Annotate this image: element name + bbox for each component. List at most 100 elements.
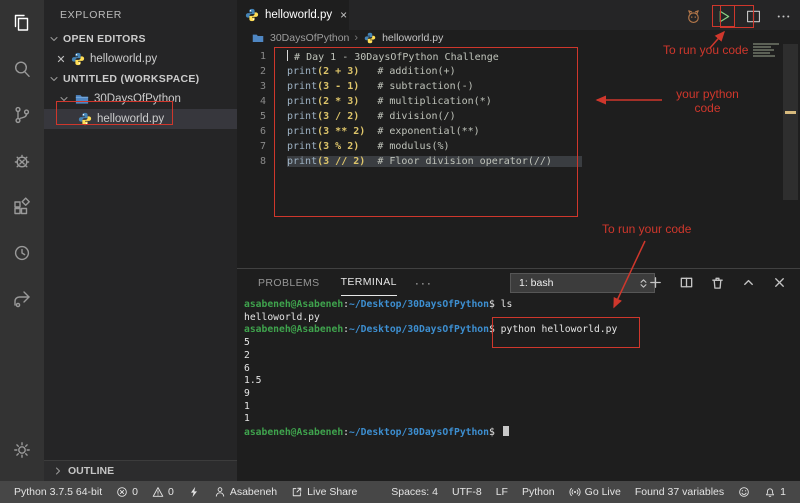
status-bar-left: Python 3.7.5 64-bit 0 0 Asabeneh Live Share — [0, 486, 357, 498]
editor-group: helloworld.py × 30DaysOfPython › hellowo… — [237, 0, 800, 268]
minimap-slider[interactable] — [783, 44, 798, 200]
folder-icon — [75, 92, 89, 106]
code-line[interactable]: 3print(3 - 1) # subtraction(-) — [237, 79, 800, 94]
terminal-line: 1.5 — [244, 375, 800, 388]
eol-indicator[interactable]: LF — [496, 486, 508, 498]
errors-indicator[interactable]: 0 — [116, 486, 138, 498]
minimap[interactable] — [750, 38, 800, 206]
close-editor-icon[interactable]: ✕ — [56, 53, 66, 66]
account[interactable]: Asabeneh — [214, 486, 277, 498]
code-line[interactable]: 1 # Day 1 - 30DaysOfPython Challenge — [237, 49, 800, 64]
notifications[interactable]: 1 — [764, 486, 786, 498]
line-number: 1 — [237, 51, 266, 62]
clock-icon[interactable] — [0, 230, 44, 276]
more-actions-icon[interactable] — [772, 5, 795, 27]
split-terminal-icon[interactable] — [677, 273, 695, 291]
workspace-header[interactable]: UNTITLED (WORKSPACE) — [44, 69, 237, 89]
python-file-icon — [78, 112, 92, 126]
line-number: 8 — [237, 156, 266, 167]
panel-tab-terminal[interactable]: TERMINAL — [341, 270, 397, 296]
smiley-icon — [738, 486, 750, 498]
go-live[interactable]: Go Live — [569, 486, 621, 498]
panel-tabs: PROBLEMS TERMINAL — [237, 270, 397, 296]
live-share-icon — [291, 486, 303, 498]
explorer-icon[interactable] — [0, 0, 44, 46]
settings-gear-icon[interactable] — [0, 427, 44, 473]
outline-header[interactable]: OUTLINE — [44, 460, 237, 481]
code-text: print(3 // 2) # Floor division operator(… — [287, 156, 582, 167]
python-file-icon — [245, 8, 259, 22]
broadcast-icon — [569, 486, 581, 498]
line-number: 7 — [237, 141, 266, 152]
pet-extension-icon[interactable] — [682, 5, 705, 27]
code-lines[interactable]: 1 # Day 1 - 30DaysOfPython Challenge2pri… — [237, 46, 800, 169]
language-indicator[interactable]: Python — [522, 486, 555, 498]
code-line[interactable]: 7 print(3 % 2) # modulus(%) — [237, 139, 800, 154]
encoding-indicator[interactable]: UTF-8 — [452, 486, 482, 498]
breadcrumb-file[interactable]: helloworld.py — [382, 32, 443, 44]
breadcrumb-folder[interactable]: 30DaysOfPython — [270, 32, 349, 44]
terminal-line: helloworld.py — [244, 312, 800, 325]
extensions-icon[interactable] — [0, 184, 44, 230]
code-line[interactable]: 6 print(3 ** 2) # exponential(**) — [237, 124, 800, 139]
live-share[interactable]: Live Share — [291, 486, 357, 498]
code-line[interactable]: 8 print(3 // 2) # Floor division operator… — [237, 154, 800, 169]
python-file-icon — [71, 52, 85, 66]
panel-header: PROBLEMS TERMINAL ··· 1: bash — [237, 269, 800, 296]
terminal-line: asabeneh@Asabeneh:~/Desktop/30DaysOfPyth… — [244, 299, 800, 312]
terminal-line: 6 — [244, 363, 800, 376]
maximize-panel-icon[interactable] — [739, 273, 757, 291]
person-icon — [214, 486, 226, 498]
breadcrumb-separator: › — [354, 32, 358, 44]
folder-item[interactable]: 30DaysOfPython — [44, 89, 237, 109]
split-editor-icon[interactable] — [742, 5, 765, 27]
code-line[interactable]: 4print(2 * 3) # multiplication(*) — [237, 94, 800, 109]
terminal-line: 9 — [244, 388, 800, 401]
file-item-selected[interactable]: helloworld.py — [44, 109, 237, 129]
code-line[interactable]: 5print(3 / 2) # division(/) — [237, 109, 800, 124]
explorer-sidebar: EXPLORER OPEN EDITORS ✕ helloworld.py UN… — [44, 0, 237, 481]
source-control-icon[interactable] — [0, 92, 44, 138]
tab-helloworld[interactable]: helloworld.py × — [237, 0, 349, 30]
editor-actions — [682, 5, 795, 27]
minimap-yellow-marker — [785, 111, 796, 114]
spaces-indicator[interactable]: Spaces: 4 — [391, 486, 438, 498]
status-bar-right: Spaces: 4 UTF-8 LF Python Go Live Found 37 va… — [391, 486, 800, 498]
run-button[interactable] — [712, 5, 735, 27]
terminal-line: asabeneh@Asabeneh:~/Desktop/30DaysOfPyth… — [244, 426, 800, 440]
open-editor-item[interactable]: ✕ helloworld.py — [44, 49, 237, 69]
folder-icon — [251, 32, 265, 44]
shell-selector[interactable]: 1: bash — [510, 273, 655, 293]
panel-more-tabs[interactable]: ··· — [415, 276, 433, 290]
code-text: print(3 / 2) # division(/) — [287, 111, 456, 122]
code-text: print(3 % 2) # modulus(%) — [287, 141, 450, 152]
search-icon[interactable] — [0, 46, 44, 92]
line-number: 6 — [237, 126, 266, 137]
kill-terminal-icon[interactable] — [708, 273, 726, 291]
panel-actions — [646, 273, 788, 291]
python-version[interactable]: Python 3.7.5 64-bit — [14, 486, 102, 498]
breadcrumb[interactable]: 30DaysOfPython › helloworld.py — [237, 30, 800, 46]
new-terminal-icon[interactable] — [646, 273, 664, 291]
code-line[interactable]: 2print(2 + 3) # addition(+) — [237, 64, 800, 79]
terminal-panel: PROBLEMS TERMINAL ··· 1: bash — [237, 268, 800, 481]
terminal-line: 2 — [244, 350, 800, 363]
open-editors-header[interactable]: OPEN EDITORS — [44, 29, 237, 49]
python-file-icon — [363, 32, 377, 44]
debug-icon[interactable] — [0, 138, 44, 184]
lightning-indicator[interactable] — [188, 486, 200, 498]
tab-close-icon[interactable]: × — [340, 8, 347, 22]
code-text: # Day 1 - 30DaysOfPython Challenge — [287, 50, 499, 63]
feedback[interactable] — [738, 486, 750, 498]
share-icon[interactable] — [0, 276, 44, 322]
terminal-line: 1 — [244, 413, 800, 426]
code-text: print(3 ** 2) # exponential(**) — [287, 126, 480, 137]
code-text: print(2 * 3) # multiplication(*) — [287, 96, 492, 107]
variables-found[interactable]: Found 37 variables — [635, 486, 724, 498]
terminal-output[interactable]: asabeneh@Asabeneh:~/Desktop/30DaysOfPyth… — [237, 296, 800, 440]
close-panel-icon[interactable] — [770, 273, 788, 291]
warnings-indicator[interactable]: 0 — [152, 486, 174, 498]
panel-tab-problems[interactable]: PROBLEMS — [258, 270, 320, 296]
status-bar: Python 3.7.5 64-bit00AsabenehLive Share … — [0, 481, 800, 503]
bell-icon — [764, 486, 776, 498]
